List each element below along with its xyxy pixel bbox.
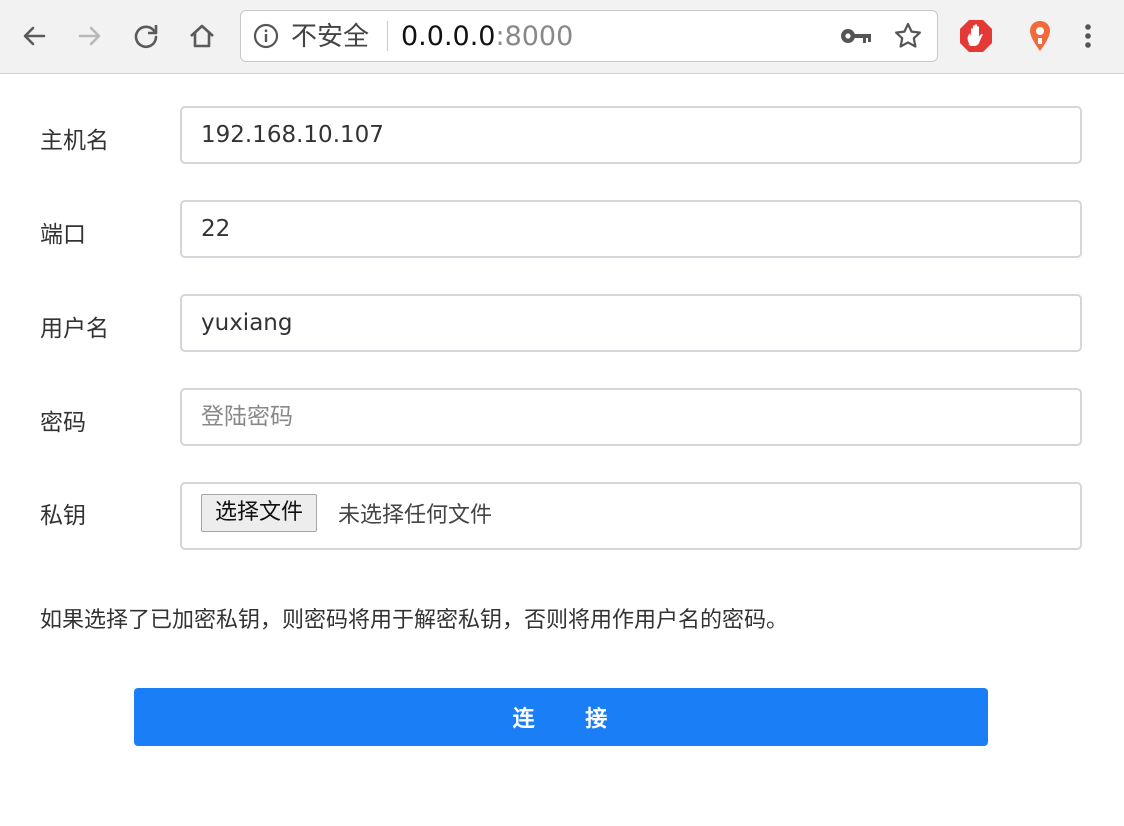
- privatekey-file-input[interactable]: 选择文件 未选择任何文件: [180, 482, 1082, 550]
- location-pin-icon[interactable]: [1022, 18, 1058, 54]
- address-bar[interactable]: 不安全 0.0.0.0:8000: [240, 10, 938, 62]
- connect-button[interactable]: 连 接: [134, 688, 988, 746]
- browser-toolbar: 不安全 0.0.0.0:8000: [0, 0, 1124, 74]
- password-label: 密码: [40, 410, 86, 436]
- url-text[interactable]: 0.0.0.0:8000: [401, 20, 573, 54]
- port-label: 端口: [40, 222, 86, 248]
- password-input[interactable]: 登陆密码: [180, 388, 1082, 446]
- login-form: 主机名 192.168.10.107 端口 22 用户名 yuxiang 密码 …: [0, 74, 1124, 826]
- username-input[interactable]: yuxiang: [180, 294, 1082, 352]
- security-label[interactable]: 不安全: [291, 20, 369, 54]
- omnibox-divider: [387, 21, 388, 51]
- hostname-label: 主机名: [40, 128, 109, 154]
- url-host: 0.0.0.0: [401, 21, 496, 52]
- star-icon[interactable]: [893, 21, 923, 51]
- home-icon[interactable]: [184, 18, 220, 54]
- choose-file-button[interactable]: 选择文件: [201, 494, 318, 532]
- password-hint-text: 如果选择了已加密私钥，则密码将用于解密私钥，否则将用作用户名的密码。: [40, 608, 789, 633]
- adblock-icon[interactable]: [958, 18, 994, 54]
- info-icon[interactable]: [253, 23, 279, 49]
- connect-button-label: 连 接: [512, 707, 610, 732]
- username-label: 用户名: [40, 316, 109, 342]
- port-input[interactable]: 22: [180, 200, 1082, 258]
- reload-icon[interactable]: [128, 18, 164, 54]
- back-arrow-icon[interactable]: [16, 18, 52, 54]
- url-port: :8000: [495, 21, 574, 52]
- privatekey-label: 私钥: [40, 503, 86, 529]
- key-icon[interactable]: [839, 23, 873, 49]
- kebab-menu-icon[interactable]: [1070, 18, 1106, 54]
- forward-arrow-icon[interactable]: [72, 18, 108, 54]
- file-status-text: 未选择任何文件: [338, 503, 493, 528]
- hostname-input[interactable]: 192.168.10.107: [180, 106, 1082, 164]
